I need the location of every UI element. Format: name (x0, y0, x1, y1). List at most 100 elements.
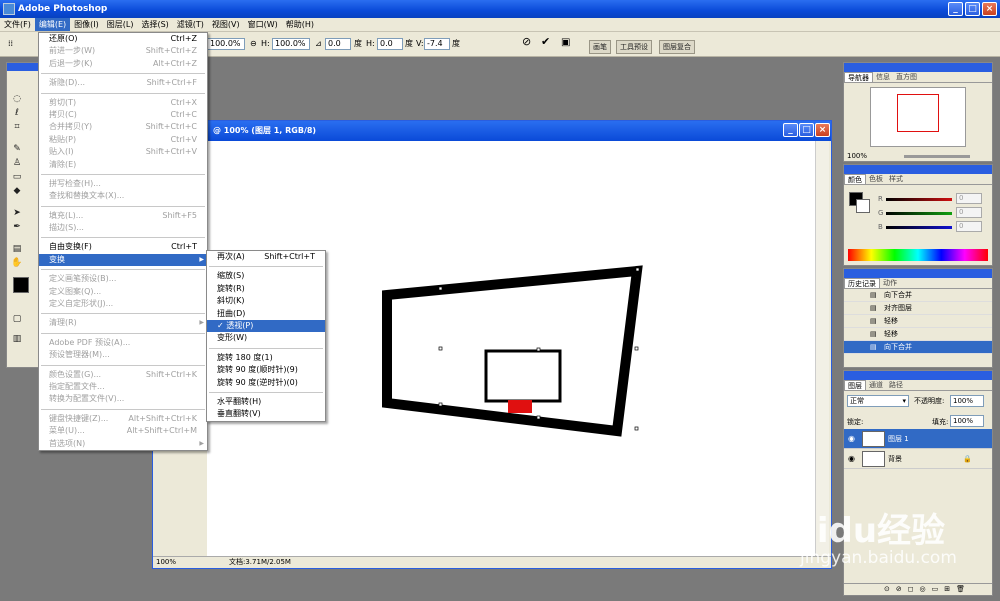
layer-actions-bar[interactable]: ⊙⊘◻◎▭⊞🗑 (844, 583, 992, 595)
tab-info[interactable]: 信息 (873, 72, 893, 82)
transform-menu-item[interactable]: 水平翻转(H) (207, 396, 325, 408)
close-button[interactable]: × (982, 2, 997, 16)
history-item[interactable]: ▤ 轻移 (844, 328, 992, 341)
transform-menu-item[interactable]: 再次(A) Shift+Ctrl+T (207, 251, 325, 263)
palette-well-brushes[interactable]: 画笔 (589, 40, 611, 54)
quick-mask-icon[interactable]: ▢ (11, 313, 23, 325)
menu-1[interactable]: 编辑(E) (34, 18, 71, 31)
eye-icon[interactable]: ◉ (848, 449, 855, 469)
doc-minimize-button[interactable]: _ (783, 123, 798, 137)
width-scale-field[interactable]: 100.0% (207, 38, 245, 50)
healing-tool-icon[interactable]: ✎ (11, 143, 23, 155)
channel-slider[interactable] (886, 198, 952, 201)
commit-transform-icon[interactable]: ✔ (541, 36, 550, 48)
menu-0[interactable]: 文件(F) (0, 18, 35, 31)
channel-slider[interactable] (886, 212, 952, 215)
blend-mode-select[interactable]: 正常 ▾ (847, 395, 909, 407)
shortcut-label: Shift+Ctrl+T (264, 252, 315, 261)
link-icon[interactable]: ⊖ (250, 38, 257, 50)
hand-tool-icon[interactable]: ✋ (11, 257, 23, 269)
vertical-scrollbar[interactable] (815, 141, 829, 556)
transform-menu-item[interactable]: 旋转 180 度(1) (207, 352, 325, 364)
menu-7[interactable]: 窗口(W) (244, 18, 282, 31)
transform-menu-item[interactable]: 扭曲(D) (207, 308, 325, 320)
height-scale-field[interactable]: 100.0% (272, 38, 310, 50)
menu-8[interactable]: 帮助(H) (282, 18, 318, 31)
foreground-color-swatch[interactable] (13, 277, 29, 293)
channel-value-field[interactable]: 0 (956, 193, 982, 204)
tab-styles[interactable]: 样式 (886, 174, 906, 184)
tab-history[interactable]: 历史记录 (844, 278, 880, 288)
color-bg-swatch[interactable] (856, 199, 870, 213)
tab-layers[interactable]: 图层 (844, 380, 866, 390)
rotate-angle-field[interactable]: 0.0 (325, 38, 351, 50)
maximize-button[interactable]: □ (965, 2, 980, 16)
transform-menu-item[interactable]: ✓ 透视(P) (207, 319, 325, 333)
tab-navigator[interactable]: 导航器 (844, 72, 873, 82)
transform-menu-item[interactable]: 变形(W) (207, 332, 325, 344)
tab-histogram[interactable]: 直方图 (893, 72, 920, 82)
transform-menu-item[interactable]: 缩放(S) (207, 270, 325, 282)
transform-handles[interactable] (438, 267, 640, 431)
minimize-button[interactable]: _ (948, 2, 963, 16)
notes-tool-icon[interactable]: ▤ (11, 243, 23, 255)
palette-well-layer-comps[interactable]: 图层复合 (659, 40, 695, 54)
eye-icon[interactable]: ◉ (848, 429, 855, 449)
hskew-field[interactable]: 0.0 (377, 38, 403, 50)
tab-swatches[interactable]: 色板 (866, 174, 886, 184)
zoom-readout[interactable]: 100% (156, 557, 176, 568)
transform-menu-item[interactable]: 旋转 90 度(顺时针)(9) (207, 364, 325, 376)
shortcut-label: Ctrl+C (170, 109, 197, 119)
marquee-tool-icon[interactable]: ◌ (11, 93, 23, 105)
opacity-field[interactable]: 100% (950, 395, 984, 407)
menu-5[interactable]: 滤镜(T) (173, 18, 208, 31)
color-spectrum-bar[interactable] (848, 249, 988, 261)
screen-mode-icon[interactable]: ▥ (11, 333, 23, 345)
menu-2[interactable]: 图像(I) (70, 18, 103, 31)
navigator-zoom-slider[interactable] (904, 155, 970, 158)
menu-6[interactable]: 视图(V) (208, 18, 244, 31)
doc-maximize-button[interactable]: □ (799, 123, 814, 137)
crop-tool-icon[interactable]: ⌗ (11, 121, 23, 133)
vskew-field[interactable]: -7.4 (424, 38, 450, 50)
file-browser-icon[interactable]: ▣ (561, 37, 570, 49)
stamp-tool-icon[interactable]: ♙ (11, 157, 23, 169)
edit-menu-item[interactable]: 自由变换(F) Ctrl+T (39, 241, 207, 253)
doc-close-button[interactable]: × (815, 123, 830, 137)
transform-menu-item[interactable]: 旋转 90 度(逆时针)(0) (207, 377, 325, 389)
tab-paths[interactable]: 路径 (886, 380, 906, 390)
tab-actions[interactable]: 动作 (880, 278, 900, 288)
tab-color[interactable]: 颜色 (844, 174, 866, 184)
fill-field[interactable]: 100% (950, 415, 984, 427)
path-select-tool-icon[interactable]: ➤ (11, 207, 23, 219)
edit-menu-item: 预设管理器(M)... (39, 349, 207, 361)
menu-separator (41, 205, 205, 207)
cancel-transform-icon[interactable]: ⊘ (522, 36, 531, 48)
channel-slider[interactable] (886, 226, 952, 229)
navigator-zoom[interactable]: 100% (847, 152, 867, 160)
tab-channels[interactable]: 通道 (866, 380, 886, 390)
history-item[interactable]: ▤ 向下合并 (844, 289, 992, 302)
navigator-thumbnail[interactable] (870, 87, 966, 147)
transform-menu-item[interactable]: 垂直翻转(V) (207, 408, 325, 420)
menu-3[interactable]: 图层(L) (103, 18, 138, 31)
menu-4[interactable]: 选择(S) (137, 18, 172, 31)
edit-menu-item[interactable]: 变换 ▶ (39, 253, 207, 267)
layer-row[interactable]: ◉ 背景 🔒 (844, 449, 992, 469)
blur-tool-icon[interactable]: ◆ (11, 185, 23, 197)
palette-well-tool-presets[interactable]: 工具预设 (616, 40, 652, 54)
view-box[interactable] (897, 94, 939, 132)
edit-menu-item[interactable]: 还原(O) Ctrl+Z (39, 33, 207, 45)
channel-value-field[interactable]: 0 (956, 221, 982, 232)
eraser-tool-icon[interactable]: ▭ (11, 171, 23, 183)
lasso-tool-icon[interactable]: ℓ (11, 107, 23, 119)
transform-menu-item[interactable]: 旋转(R) (207, 283, 325, 295)
edit-menu-item: 前进一步(W) Shift+Ctrl+Z (39, 45, 207, 57)
history-item[interactable]: ▤ 向下合并 (844, 341, 992, 354)
transform-menu-item[interactable]: 斜切(K) (207, 295, 325, 307)
channel-value-field[interactable]: 0 (956, 207, 982, 218)
history-item[interactable]: ▤ 轻移 (844, 315, 992, 328)
history-item[interactable]: ▤ 对齐图层 (844, 302, 992, 315)
layer-row[interactable]: ◉ 图层 1 (844, 429, 992, 449)
pen-tool-icon[interactable]: ✒ (11, 221, 23, 233)
